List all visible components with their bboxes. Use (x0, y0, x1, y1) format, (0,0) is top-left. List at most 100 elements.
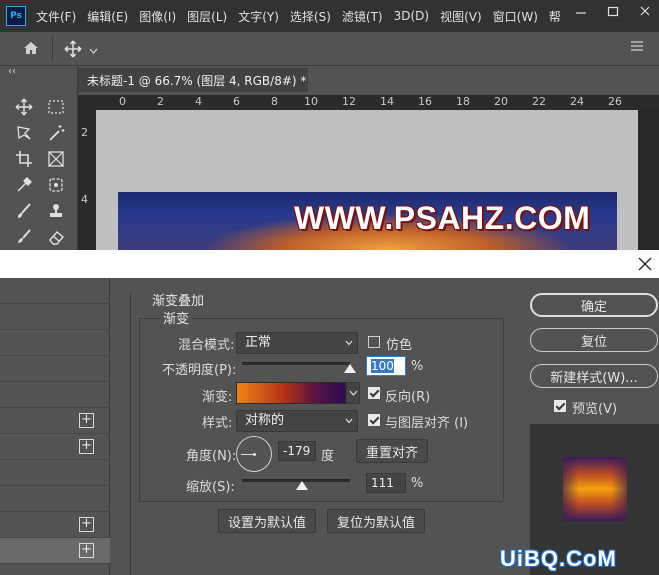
menu-select[interactable]: 选择(S) (290, 8, 331, 25)
tools-panel: ‹‹ (0, 66, 78, 250)
ruler-label: 12 (342, 95, 356, 108)
eyedropper-icon[interactable] (12, 174, 36, 196)
document-canvas[interactable]: WWW.PSAHZ.COM (96, 110, 638, 250)
gradient-style-select[interactable]: 对称的 (236, 410, 358, 432)
menu-3d[interactable]: 3D(D) (394, 9, 429, 23)
blend-mode-value: 正常 (245, 335, 272, 350)
style-list-row[interactable] (0, 304, 110, 330)
scale-input[interactable]: 111 (366, 473, 406, 493)
home-icon[interactable] (22, 40, 40, 59)
reset-label: 复位 (580, 334, 607, 350)
opacity-input[interactable]: 100 (366, 356, 406, 376)
scale-slider-thumb[interactable] (295, 481, 308, 490)
menu-view[interactable]: 视图(V) (440, 8, 482, 25)
photoshop-logo: Ps (6, 6, 26, 26)
ruler-label: 18 (456, 95, 470, 108)
style-list-row[interactable]: + (0, 512, 110, 538)
minimize-icon[interactable] (566, 0, 596, 22)
ok-button[interactable]: 确定 (530, 293, 658, 317)
ruler-label: 2 (157, 95, 164, 108)
menu-file[interactable]: 文件(F) (36, 8, 76, 25)
magic-wand-icon[interactable] (44, 122, 68, 144)
angle-dial[interactable] (236, 436, 272, 472)
opacity-slider[interactable] (242, 362, 350, 365)
preview-checkbox[interactable] (554, 400, 566, 412)
eraser-icon[interactable] (44, 226, 68, 248)
style-list-row[interactable] (0, 330, 110, 356)
close-icon[interactable] (635, 254, 655, 274)
style-list-row-selected[interactable]: + (0, 538, 110, 564)
lasso-icon[interactable] (12, 122, 36, 144)
style-list-row[interactable]: + (0, 434, 110, 460)
add-style-plus-icon[interactable]: + (79, 543, 94, 558)
set-default-label: 设置为默认值 (227, 515, 306, 531)
gradient-dropdown-button[interactable] (346, 382, 360, 404)
ok-label: 确定 (580, 299, 607, 315)
menu-type[interactable]: 文字(Y) (238, 8, 279, 25)
ruler-label: 26 (608, 95, 622, 108)
style-list-row[interactable] (0, 460, 110, 486)
angle-dial-center (253, 453, 256, 456)
style-list-row[interactable] (0, 356, 110, 382)
style-list-row[interactable] (0, 382, 110, 408)
gradient-style-value: 对称的 (245, 413, 285, 428)
patch-icon[interactable] (44, 174, 68, 196)
ruler-label: 16 (418, 95, 432, 108)
menu-filter[interactable]: 滤镜(T) (342, 8, 383, 25)
dither-checkbox[interactable] (368, 336, 380, 348)
ruler-left: 2 4 (78, 95, 96, 250)
brush-icon[interactable] (12, 200, 36, 222)
new-style-label: 新建样式(W)... (550, 370, 638, 386)
add-style-plus-icon[interactable]: + (79, 517, 94, 532)
document-tab[interactable]: 未标题-1 @ 66.7% (图层 4, RGB/8#) * (78, 68, 308, 92)
marquee-icon[interactable] (44, 96, 68, 118)
close-icon[interactable] (630, 0, 659, 22)
move-icon[interactable] (12, 96, 36, 118)
add-style-plus-icon[interactable]: + (79, 439, 94, 454)
add-style-plus-icon[interactable]: + (79, 413, 94, 428)
opacity-slider-thumb[interactable] (344, 364, 356, 373)
reset-button[interactable]: 复位 (530, 328, 658, 352)
align-with-layer-checkbox[interactable] (368, 414, 380, 426)
reverse-label: 反向(R) (385, 390, 431, 405)
blend-mode-select[interactable]: 正常 (236, 332, 358, 354)
ruler-label: 20 (494, 95, 508, 108)
style-list-row[interactable] (0, 278, 110, 304)
menu-layer[interactable]: 图层(L) (187, 8, 227, 25)
move-tool-icon[interactable] (64, 40, 82, 61)
menu-help[interactable]: 帮 (549, 8, 561, 25)
stamp-icon[interactable] (44, 200, 68, 222)
ruler-label: 0 (119, 95, 126, 108)
menu-bar: Ps 文件(F) 编辑(E) 图像(I) 图层(L) 文字(Y) 选择(S) 滤… (0, 0, 659, 32)
opacity-unit: % (411, 359, 424, 374)
new-style-button[interactable]: 新建样式(W)... (530, 364, 658, 388)
ruler-label: 6 (233, 95, 240, 108)
style-list-row[interactable]: + (0, 408, 110, 434)
crop-icon[interactable] (12, 148, 36, 170)
ruler-label: 10 (304, 95, 318, 108)
reverse-checkbox[interactable] (368, 387, 380, 399)
document-tab-title: 未标题-1 @ 66.7% (图层 4, RGB/8#) * (87, 73, 307, 88)
frame-icon[interactable] (44, 148, 68, 170)
canvas-area[interactable]: WWW.PSAHZ.COM (96, 110, 659, 250)
angle-label: 角度(N): (186, 449, 237, 464)
menu-edit[interactable]: 编辑(E) (87, 8, 128, 25)
angle-input[interactable]: -179 (278, 441, 316, 461)
menu-image[interactable]: 图像(I) (139, 8, 176, 25)
panel-menu-icon[interactable] (630, 40, 644, 55)
chevron-down-icon[interactable] (89, 44, 98, 58)
gradient-picker[interactable] (236, 382, 346, 404)
menu-window[interactable]: 窗口(W) (493, 8, 538, 25)
reset-default-button[interactable]: 复位为默认值 (327, 509, 425, 533)
history-brush-icon[interactable] (12, 226, 36, 248)
preview-swatch (563, 457, 627, 521)
restore-icon[interactable] (598, 0, 628, 22)
scale-label: 缩放(S): (186, 480, 235, 495)
style-list-row[interactable] (0, 486, 110, 512)
set-default-button[interactable]: 设置为默认值 (218, 509, 316, 533)
blend-mode-label: 混合模式: (178, 338, 235, 353)
collapse-toolbar-button[interactable]: ‹‹ (8, 66, 16, 77)
ruler-label: 8 (271, 95, 278, 108)
angle-unit: 度 (321, 449, 335, 464)
reset-align-button[interactable]: 重置对齐 (356, 439, 428, 463)
